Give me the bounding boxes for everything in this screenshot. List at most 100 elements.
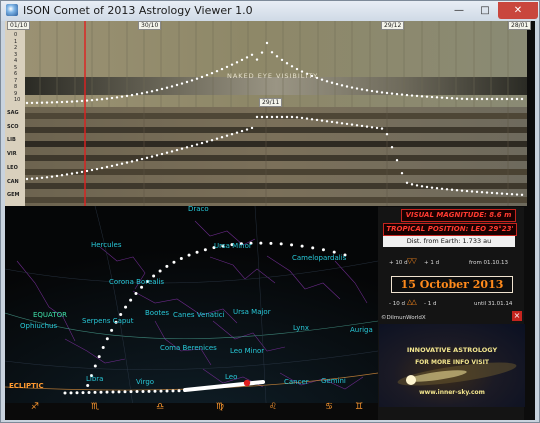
curve-dot	[500, 192, 504, 195]
title-bar[interactable]: ISON Comet of 2013 Astrology Viewer 1.0 …	[1, 1, 539, 21]
constellation-label: Bootes	[145, 309, 170, 317]
curve-dot	[101, 346, 105, 350]
curve-dot	[465, 189, 469, 193]
curve-dot	[415, 184, 419, 187]
curve-dot	[165, 264, 169, 268]
step-up-1d-label: + 1 d	[424, 260, 440, 266]
curve-dot	[135, 390, 139, 394]
close-button[interactable]: ✕	[498, 2, 538, 19]
curve-dot	[100, 97, 104, 101]
curve-dot	[350, 123, 354, 126]
curve-dot	[370, 126, 374, 129]
curve-dot	[35, 101, 39, 105]
curve-dot	[145, 156, 149, 160]
curve-dot	[335, 121, 339, 124]
curve-dot	[100, 166, 104, 170]
step-forward-button[interactable]: ▽▽	[407, 257, 417, 265]
curve-dot	[65, 173, 69, 176]
curve-dot	[120, 162, 124, 165]
curve-dot	[495, 97, 499, 101]
maximize-button[interactable]: □	[472, 2, 498, 19]
curve-dot	[320, 78, 324, 81]
minimize-button[interactable]: —	[446, 2, 472, 19]
curve-dot	[450, 97, 454, 100]
curve-dot	[145, 91, 149, 94]
curve-dot	[380, 91, 384, 94]
constellation-label: Serpens Caput	[82, 317, 134, 325]
curve-dot	[321, 248, 325, 252]
curve-dot	[97, 355, 101, 359]
tropical-position-readout: TROPICAL POSITION: LEO 29°23'	[383, 223, 517, 236]
curve-dot	[325, 80, 329, 83]
curve-dot	[410, 183, 414, 186]
curve-dot	[90, 98, 94, 102]
curve-dot	[445, 188, 449, 191]
curve-dot	[85, 169, 89, 173]
curve-dot	[141, 389, 145, 393]
curve-dot	[105, 337, 109, 341]
curve-dot	[105, 390, 109, 394]
curve-dot	[150, 90, 154, 93]
constellation-label: Lynx	[293, 324, 309, 332]
curve-dot	[480, 97, 484, 101]
curve-dot	[275, 115, 279, 119]
curve-dot	[210, 138, 214, 142]
curve-dot	[405, 181, 409, 185]
curve-dot	[385, 91, 389, 95]
step-back-button[interactable]: △△	[407, 298, 417, 306]
curve-dot	[60, 174, 64, 177]
curve-dot	[129, 390, 133, 394]
banner-url[interactable]: www.inner-sky.com	[379, 389, 525, 396]
curve-dot	[172, 260, 176, 264]
curve-dot	[315, 118, 319, 122]
curve-dot	[455, 189, 459, 192]
copyright-label: ©DilmunWorldX	[381, 315, 426, 321]
constellation-label: Libra	[86, 375, 104, 383]
curve-dot	[147, 389, 151, 393]
zodiac-glyph-icon: ♌	[269, 402, 278, 412]
curve-dot	[430, 186, 434, 189]
curve-dot	[505, 97, 509, 101]
comet-current-position[interactable]	[243, 379, 251, 387]
curve-dot	[340, 84, 344, 87]
curve-dot	[45, 176, 49, 179]
zodiac-glyph-icon: ♐	[31, 402, 40, 412]
curve-dot	[60, 100, 64, 104]
curve-dot	[120, 95, 124, 98]
curve-dot	[69, 391, 73, 395]
zodiac-glyph-icon: ♊	[355, 402, 364, 412]
curve-dot	[395, 159, 399, 162]
curve-dot	[260, 51, 264, 54]
curve-dot	[250, 53, 254, 56]
sign-tick-label: GEM	[7, 192, 20, 199]
curve-dot	[279, 242, 283, 246]
curve-dot	[187, 253, 191, 257]
constellation-label: Leo	[225, 373, 238, 381]
curve-dot	[365, 125, 369, 128]
curve-dot	[485, 191, 489, 194]
curve-dot	[515, 97, 519, 101]
curve-dot	[110, 328, 114, 332]
panel-close-button[interactable]: ×	[512, 311, 522, 321]
curve-dot	[200, 141, 204, 145]
sign-tick-label: SAG	[7, 110, 19, 116]
curve-dot	[205, 73, 209, 77]
curve-dot	[230, 63, 234, 66]
curve-dot	[345, 122, 349, 126]
curve-dot	[235, 131, 239, 134]
promo-banner[interactable]: INNOVATIVE ASTROLOGY FOR MORE INFO VISIT…	[379, 324, 525, 407]
curve-dot	[40, 101, 44, 104]
constellation-label: Virgo	[136, 378, 155, 386]
curve-dot	[63, 391, 67, 395]
curve-dot	[430, 95, 434, 99]
curve-dot	[435, 96, 439, 99]
ecliptic-label: ECLIPTIC	[9, 382, 44, 390]
curve-dot	[105, 165, 109, 169]
curve-dot	[115, 163, 119, 167]
distance-readout: Dist. from Earth: 1.733 au	[383, 236, 515, 247]
current-date-display[interactable]: 15 October 2013	[391, 276, 513, 293]
curve-dot	[200, 75, 204, 79]
curve-dot	[250, 126, 254, 130]
curve-dot	[170, 85, 174, 88]
curve-dot	[134, 291, 138, 295]
